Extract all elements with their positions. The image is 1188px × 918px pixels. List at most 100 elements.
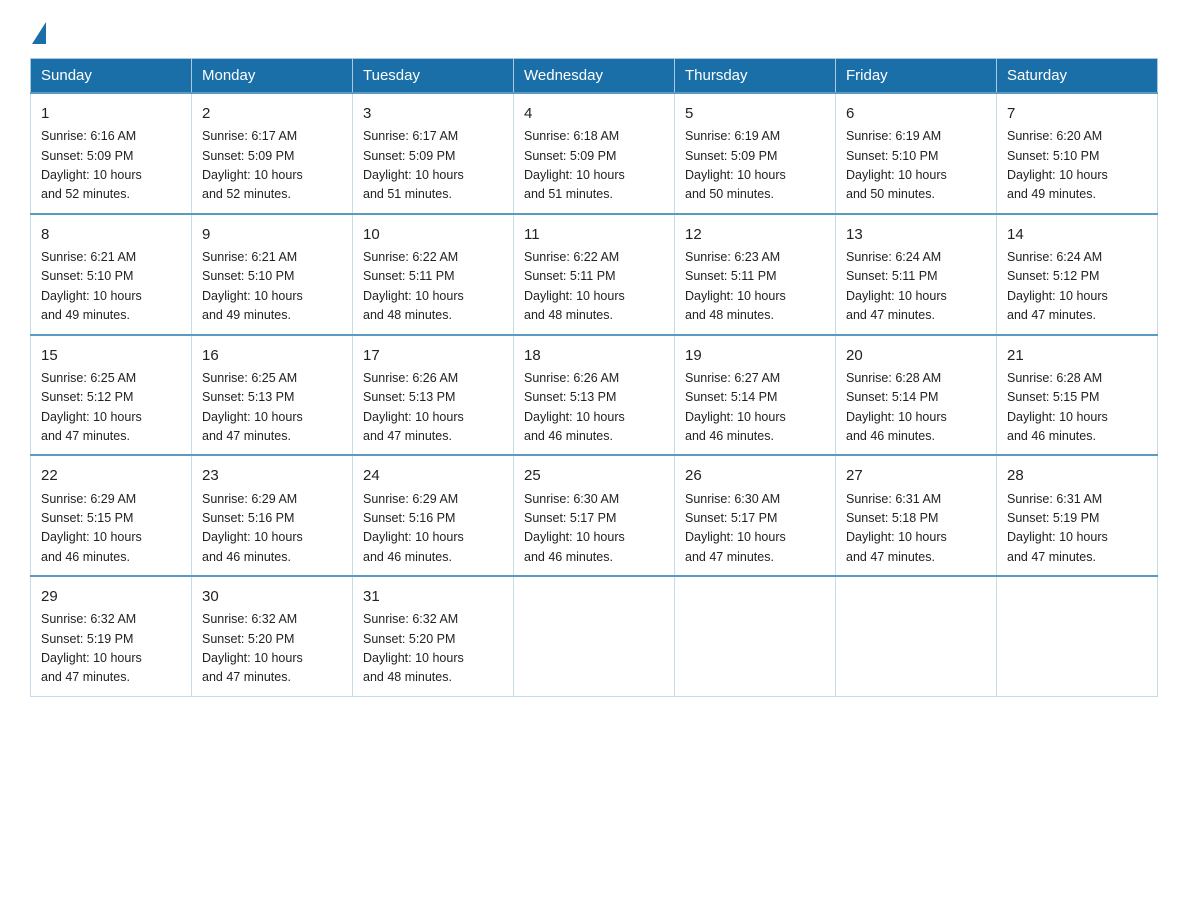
day-number: 16 xyxy=(202,344,342,367)
day-info: Sunrise: 6:17 AMSunset: 5:09 PMDaylight:… xyxy=(363,129,464,201)
day-info: Sunrise: 6:30 AMSunset: 5:17 PMDaylight:… xyxy=(685,492,786,564)
day-info: Sunrise: 6:29 AMSunset: 5:16 PMDaylight:… xyxy=(202,492,303,564)
day-info: Sunrise: 6:21 AMSunset: 5:10 PMDaylight:… xyxy=(202,250,303,322)
calendar-cell: 3 Sunrise: 6:17 AMSunset: 5:09 PMDaylight… xyxy=(353,93,514,214)
day-number: 28 xyxy=(1007,464,1147,487)
day-number: 23 xyxy=(202,464,342,487)
page-header xyxy=(30,20,1158,40)
calendar-week-row: 8 Sunrise: 6:21 AMSunset: 5:10 PMDaylight… xyxy=(31,214,1158,335)
calendar-cell: 27Sunrise: 6:31 AMSunset: 5:18 PMDayligh… xyxy=(836,455,997,576)
day-header-thursday: Thursday xyxy=(675,59,836,94)
calendar-body: 1 Sunrise: 6:16 AMSunset: 5:09 PMDaylight… xyxy=(31,93,1158,696)
calendar-cell: 21 Sunrise: 6:28 AMSunset: 5:15 PMDayligh… xyxy=(997,335,1158,456)
calendar-cell: 2 Sunrise: 6:17 AMSunset: 5:09 PMDaylight… xyxy=(192,93,353,214)
calendar-cell: 28Sunrise: 6:31 AMSunset: 5:19 PMDayligh… xyxy=(997,455,1158,576)
calendar-cell xyxy=(675,576,836,696)
calendar-cell: 7 Sunrise: 6:20 AMSunset: 5:10 PMDaylight… xyxy=(997,93,1158,214)
day-info: Sunrise: 6:26 AMSunset: 5:13 PMDaylight:… xyxy=(524,371,625,443)
day-number: 30 xyxy=(202,585,342,608)
calendar-cell: 16 Sunrise: 6:25 AMSunset: 5:13 PMDayligh… xyxy=(192,335,353,456)
day-number: 1 xyxy=(41,102,181,125)
calendar-cell: 26Sunrise: 6:30 AMSunset: 5:17 PMDayligh… xyxy=(675,455,836,576)
day-info: Sunrise: 6:28 AMSunset: 5:15 PMDaylight:… xyxy=(1007,371,1108,443)
day-header-row: SundayMondayTuesdayWednesdayThursdayFrid… xyxy=(31,59,1158,94)
calendar-cell xyxy=(514,576,675,696)
calendar-cell: 6 Sunrise: 6:19 AMSunset: 5:10 PMDaylight… xyxy=(836,93,997,214)
calendar-table: SundayMondayTuesdayWednesdayThursdayFrid… xyxy=(30,58,1158,697)
day-number: 19 xyxy=(685,344,825,367)
calendar-cell: 15 Sunrise: 6:25 AMSunset: 5:12 PMDayligh… xyxy=(31,335,192,456)
calendar-cell: 18 Sunrise: 6:26 AMSunset: 5:13 PMDayligh… xyxy=(514,335,675,456)
calendar-cell: 23 Sunrise: 6:29 AMSunset: 5:16 PMDayligh… xyxy=(192,455,353,576)
calendar-week-row: 1 Sunrise: 6:16 AMSunset: 5:09 PMDaylight… xyxy=(31,93,1158,214)
calendar-cell: 12 Sunrise: 6:23 AMSunset: 5:11 PMDayligh… xyxy=(675,214,836,335)
calendar-cell: 10Sunrise: 6:22 AMSunset: 5:11 PMDayligh… xyxy=(353,214,514,335)
day-header-saturday: Saturday xyxy=(997,59,1158,94)
day-number: 27 xyxy=(846,464,986,487)
calendar-cell: 30 Sunrise: 6:32 AMSunset: 5:20 PMDayligh… xyxy=(192,576,353,696)
calendar-cell: 22 Sunrise: 6:29 AMSunset: 5:15 PMDayligh… xyxy=(31,455,192,576)
day-number: 8 xyxy=(41,223,181,246)
calendar-cell xyxy=(836,576,997,696)
calendar-header: SundayMondayTuesdayWednesdayThursdayFrid… xyxy=(31,59,1158,94)
calendar-cell: 19 Sunrise: 6:27 AMSunset: 5:14 PMDayligh… xyxy=(675,335,836,456)
calendar-cell: 14 Sunrise: 6:24 AMSunset: 5:12 PMDayligh… xyxy=(997,214,1158,335)
day-info: Sunrise: 6:29 AMSunset: 5:15 PMDaylight:… xyxy=(41,492,142,564)
day-info: Sunrise: 6:32 AMSunset: 5:20 PMDaylight:… xyxy=(202,612,303,684)
day-info: Sunrise: 6:19 AMSunset: 5:09 PMDaylight:… xyxy=(685,129,786,201)
calendar-cell: 29 Sunrise: 6:32 AMSunset: 5:19 PMDayligh… xyxy=(31,576,192,696)
day-number: 21 xyxy=(1007,344,1147,367)
day-number: 12 xyxy=(685,223,825,246)
day-number: 31 xyxy=(363,585,503,608)
calendar-cell: 20Sunrise: 6:28 AMSunset: 5:14 PMDayligh… xyxy=(836,335,997,456)
calendar-cell xyxy=(997,576,1158,696)
day-info: Sunrise: 6:19 AMSunset: 5:10 PMDaylight:… xyxy=(846,129,947,201)
day-info: Sunrise: 6:16 AMSunset: 5:09 PMDaylight:… xyxy=(41,129,142,201)
day-number: 29 xyxy=(41,585,181,608)
day-number: 7 xyxy=(1007,102,1147,125)
day-number: 13 xyxy=(846,223,986,246)
day-info: Sunrise: 6:22 AMSunset: 5:11 PMDaylight:… xyxy=(363,250,464,322)
calendar-cell: 4 Sunrise: 6:18 AMSunset: 5:09 PMDaylight… xyxy=(514,93,675,214)
day-number: 3 xyxy=(363,102,503,125)
day-info: Sunrise: 6:25 AMSunset: 5:13 PMDaylight:… xyxy=(202,371,303,443)
day-info: Sunrise: 6:32 AMSunset: 5:20 PMDaylight:… xyxy=(363,612,464,684)
logo xyxy=(30,20,46,40)
day-info: Sunrise: 6:24 AMSunset: 5:12 PMDaylight:… xyxy=(1007,250,1108,322)
day-number: 22 xyxy=(41,464,181,487)
day-number: 18 xyxy=(524,344,664,367)
calendar-cell: 31 Sunrise: 6:32 AMSunset: 5:20 PMDayligh… xyxy=(353,576,514,696)
day-number: 4 xyxy=(524,102,664,125)
day-info: Sunrise: 6:32 AMSunset: 5:19 PMDaylight:… xyxy=(41,612,142,684)
calendar-cell: 17Sunrise: 6:26 AMSunset: 5:13 PMDayligh… xyxy=(353,335,514,456)
day-info: Sunrise: 6:25 AMSunset: 5:12 PMDaylight:… xyxy=(41,371,142,443)
calendar-cell: 25 Sunrise: 6:30 AMSunset: 5:17 PMDayligh… xyxy=(514,455,675,576)
day-number: 11 xyxy=(524,223,664,246)
day-info: Sunrise: 6:22 AMSunset: 5:11 PMDaylight:… xyxy=(524,250,625,322)
day-number: 6 xyxy=(846,102,986,125)
day-info: Sunrise: 6:29 AMSunset: 5:16 PMDaylight:… xyxy=(363,492,464,564)
day-info: Sunrise: 6:30 AMSunset: 5:17 PMDaylight:… xyxy=(524,492,625,564)
day-number: 15 xyxy=(41,344,181,367)
day-info: Sunrise: 6:27 AMSunset: 5:14 PMDaylight:… xyxy=(685,371,786,443)
day-number: 17 xyxy=(363,344,503,367)
day-info: Sunrise: 6:18 AMSunset: 5:09 PMDaylight:… xyxy=(524,129,625,201)
day-info: Sunrise: 6:21 AMSunset: 5:10 PMDaylight:… xyxy=(41,250,142,322)
day-info: Sunrise: 6:20 AMSunset: 5:10 PMDaylight:… xyxy=(1007,129,1108,201)
day-header-sunday: Sunday xyxy=(31,59,192,94)
day-number: 20 xyxy=(846,344,986,367)
day-header-monday: Monday xyxy=(192,59,353,94)
day-number: 2 xyxy=(202,102,342,125)
calendar-cell: 24Sunrise: 6:29 AMSunset: 5:16 PMDayligh… xyxy=(353,455,514,576)
calendar-week-row: 29 Sunrise: 6:32 AMSunset: 5:19 PMDayligh… xyxy=(31,576,1158,696)
day-info: Sunrise: 6:23 AMSunset: 5:11 PMDaylight:… xyxy=(685,250,786,322)
day-number: 25 xyxy=(524,464,664,487)
day-header-friday: Friday xyxy=(836,59,997,94)
calendar-cell: 9 Sunrise: 6:21 AMSunset: 5:10 PMDaylight… xyxy=(192,214,353,335)
day-info: Sunrise: 6:17 AMSunset: 5:09 PMDaylight:… xyxy=(202,129,303,201)
day-number: 9 xyxy=(202,223,342,246)
day-header-wednesday: Wednesday xyxy=(514,59,675,94)
calendar-cell: 11 Sunrise: 6:22 AMSunset: 5:11 PMDayligh… xyxy=(514,214,675,335)
calendar-cell: 5Sunrise: 6:19 AMSunset: 5:09 PMDaylight… xyxy=(675,93,836,214)
day-number: 14 xyxy=(1007,223,1147,246)
